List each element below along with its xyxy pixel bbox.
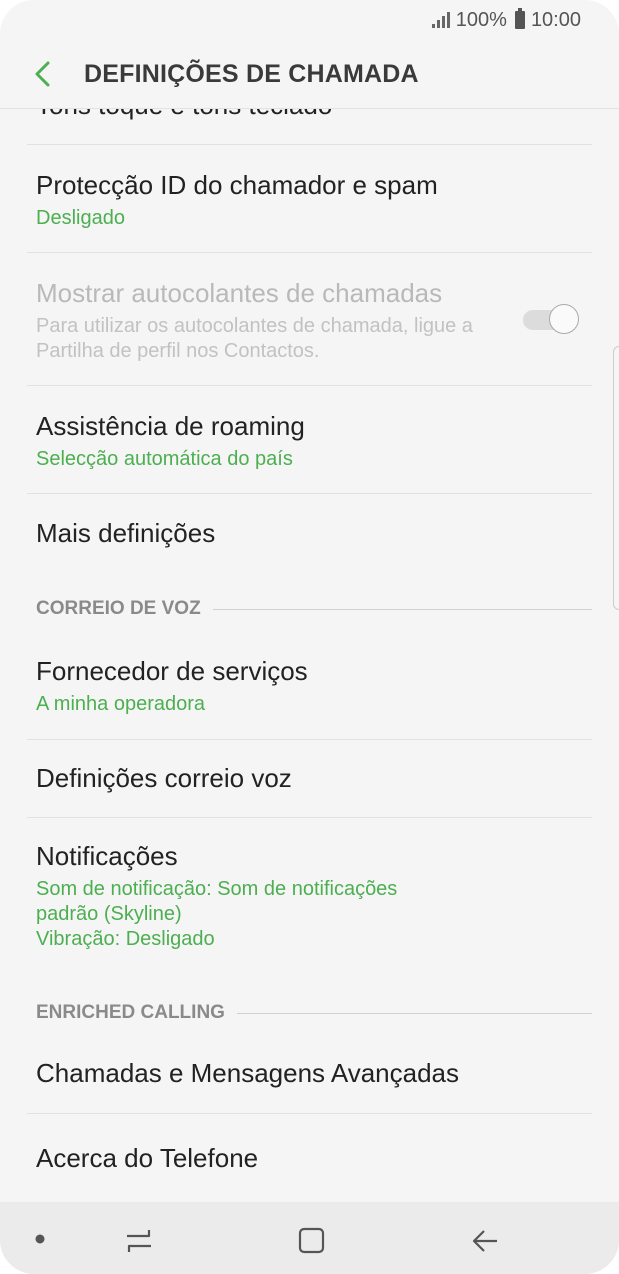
- item-subtitle: Selecção automática do país: [36, 448, 293, 470]
- list-item-more-settings[interactable]: Mais definições: [27, 493, 592, 577]
- item-title: Mostrar autocolantes de chamadas: [36, 278, 443, 308]
- list-item-about-phone[interactable]: Acerca do Telefone: [27, 1113, 592, 1202]
- status-bar: 100% 10:00: [0, 0, 619, 40]
- signal-icon: [431, 12, 450, 28]
- section-divider: [236, 1012, 592, 1014]
- section-label: CORREIO DE VOZ: [36, 598, 201, 619]
- list-item-advanced-messaging[interactable]: Chamadas e Mensagens Avançadas: [27, 1035, 592, 1114]
- list-item-service-provider[interactable]: Fornecedor de serviços A minha operadora: [27, 631, 592, 740]
- back-icon[interactable]: [470, 1226, 500, 1261]
- section-header-enriched-calling: ENRICHED CALLING: [36, 998, 592, 1028]
- list-item-call-stickers: Mostrar autocolantes de chamadas Para ut…: [27, 252, 592, 386]
- item-title: Assistência de roaming: [36, 411, 305, 441]
- item-title: Notificações: [36, 841, 178, 871]
- item-subtitle: A minha operadora: [36, 693, 206, 715]
- call-stickers-toggle: [523, 304, 579, 334]
- item-title: Acerca do Telefone: [36, 1143, 259, 1173]
- chevron-left-icon: [35, 61, 50, 87]
- section-label: ENRICHED CALLING: [36, 1002, 225, 1023]
- section-divider: [212, 608, 592, 610]
- item-title: Fornecedor de serviços: [36, 656, 308, 686]
- list-item-notifications[interactable]: Notificações Som de notificação: Som de …: [27, 817, 592, 987]
- system-nav-bar: [0, 1202, 619, 1274]
- list-item-caller-id-spam[interactable]: Protecção ID do chamador e spam Desligad…: [27, 144, 592, 253]
- item-subtitle: Para utilizar os autocolantes de chamada…: [36, 315, 473, 362]
- phone-screen: Tons toque e tons teclado Protecção ID d…: [0, 0, 619, 1274]
- battery-icon: [514, 8, 525, 29]
- home-icon[interactable]: [297, 1226, 327, 1261]
- page-title: DEFINIÇÕES DE CHAMADA: [84, 59, 419, 88]
- list-item-roaming-assistance[interactable]: Assistência de roaming Selecção automáti…: [27, 385, 592, 494]
- list-item-voicemail-settings[interactable]: Definições correio voz: [27, 739, 592, 818]
- item-subtitle: Som de notificação: Som de notificações …: [36, 878, 398, 950]
- item-title: Definições correio voz: [36, 763, 292, 793]
- item-title: Protecção ID do chamador e spam: [36, 170, 438, 200]
- dot-icon[interactable]: [34, 1232, 46, 1250]
- section-header-voicemail: CORREIO DE VOZ: [36, 594, 592, 624]
- settings-list[interactable]: Tons toque e tons teclado Protecção ID d…: [0, 0, 619, 1202]
- item-title: Chamadas e Mensagens Avançadas: [36, 1058, 460, 1088]
- item-title: Mais definições: [36, 518, 216, 548]
- back-button[interactable]: [30, 61, 56, 87]
- item-subtitle: Desligado: [36, 207, 125, 229]
- app-bar: DEFINIÇÕES DE CHAMADA: [0, 40, 619, 109]
- toggle-knob: [549, 304, 579, 334]
- scrollbar[interactable]: [613, 346, 619, 610]
- battery-percent: 100%: [455, 8, 507, 31]
- recent-apps-icon[interactable]: [124, 1226, 154, 1261]
- clock: 10:00: [530, 8, 581, 31]
